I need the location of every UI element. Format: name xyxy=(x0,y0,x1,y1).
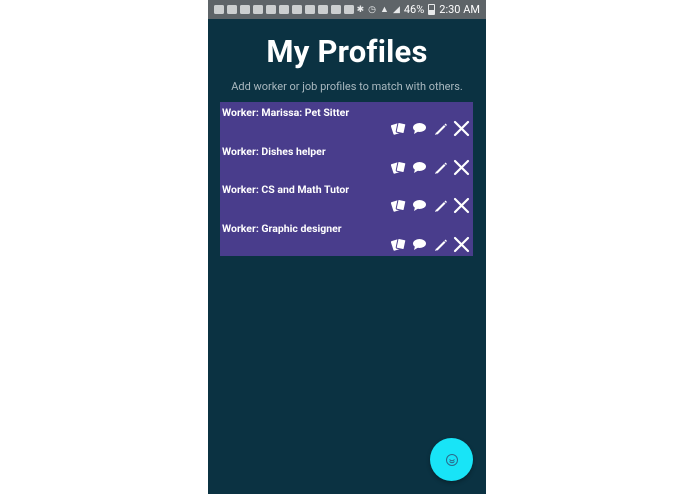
alarm-icon: ◷ xyxy=(368,5,376,15)
edit-icon[interactable] xyxy=(432,159,449,176)
image-icon xyxy=(292,5,302,14)
profile-row[interactable]: Worker: CS and Math Tutor xyxy=(220,179,473,218)
pinterest-icon xyxy=(279,5,289,14)
chat-icon[interactable] xyxy=(411,120,428,137)
clock: 2:30 AM xyxy=(439,3,480,16)
chat-icon[interactable] xyxy=(411,197,428,214)
page-subtitle: Add worker or job profiles to match with… xyxy=(208,80,486,93)
profile-label[interactable]: Worker: Dishes helper xyxy=(222,145,326,158)
delete-icon[interactable] xyxy=(453,120,470,137)
profile-label[interactable]: Worker: CS and Math Tutor xyxy=(222,183,349,196)
battery-percent: 46% xyxy=(404,3,424,16)
bluetooth-icon: ✱ xyxy=(357,5,365,15)
cards-icon[interactable] xyxy=(390,236,407,253)
app-screen: ✱ ◷ ▲ ◢ 46% 2:30 AM My Profiles Add work… xyxy=(208,0,486,494)
calendar-icon xyxy=(318,5,328,14)
facebook-icon xyxy=(240,5,250,14)
cards-icon[interactable] xyxy=(390,159,407,176)
instagram-icon xyxy=(331,5,341,14)
cloud-icon xyxy=(266,5,276,14)
status-bar: ✱ ◷ ▲ ◢ 46% 2:30 AM xyxy=(208,0,486,19)
message-icon xyxy=(214,5,224,14)
edit-icon[interactable] xyxy=(432,236,449,253)
chat-icon[interactable] xyxy=(411,159,428,176)
profile-row[interactable]: Worker: Dishes helper xyxy=(220,141,473,180)
row-actions xyxy=(390,159,470,176)
edit-icon[interactable] xyxy=(432,197,449,214)
battery-icon xyxy=(428,4,435,15)
delete-icon[interactable] xyxy=(453,197,470,214)
row-actions xyxy=(390,197,470,214)
profile-row[interactable]: Worker: Graphic designer xyxy=(220,218,473,257)
smiley-icon xyxy=(445,453,459,467)
chat-icon[interactable] xyxy=(411,236,428,253)
delete-icon[interactable] xyxy=(453,159,470,176)
row-actions xyxy=(390,236,470,253)
edit-icon[interactable] xyxy=(432,120,449,137)
amazon-icon xyxy=(344,5,354,14)
wifi-icon: ▲ xyxy=(380,4,389,15)
download-icon xyxy=(305,5,315,14)
cards-icon[interactable] xyxy=(390,197,407,214)
signal-icon: ◢ xyxy=(393,5,400,15)
cards-icon[interactable] xyxy=(390,120,407,137)
notification-icons xyxy=(208,5,354,14)
facebook-icon xyxy=(253,5,263,14)
flipboard-icon xyxy=(227,5,237,14)
row-actions xyxy=(390,120,470,137)
delete-icon[interactable] xyxy=(453,236,470,253)
floating-action-button[interactable] xyxy=(430,438,473,481)
profile-row[interactable]: Worker: Marissa: Pet Sitter xyxy=(220,102,473,141)
system-icons: ✱ ◷ ▲ ◢ 46% 2:30 AM xyxy=(357,3,486,16)
page-title: My Profiles xyxy=(208,33,486,70)
profile-label[interactable]: Worker: Marissa: Pet Sitter xyxy=(222,106,349,119)
profile-list: Worker: Marissa: Pet Sitter Worker: Dish… xyxy=(220,102,473,256)
profile-label[interactable]: Worker: Graphic designer xyxy=(222,222,342,235)
